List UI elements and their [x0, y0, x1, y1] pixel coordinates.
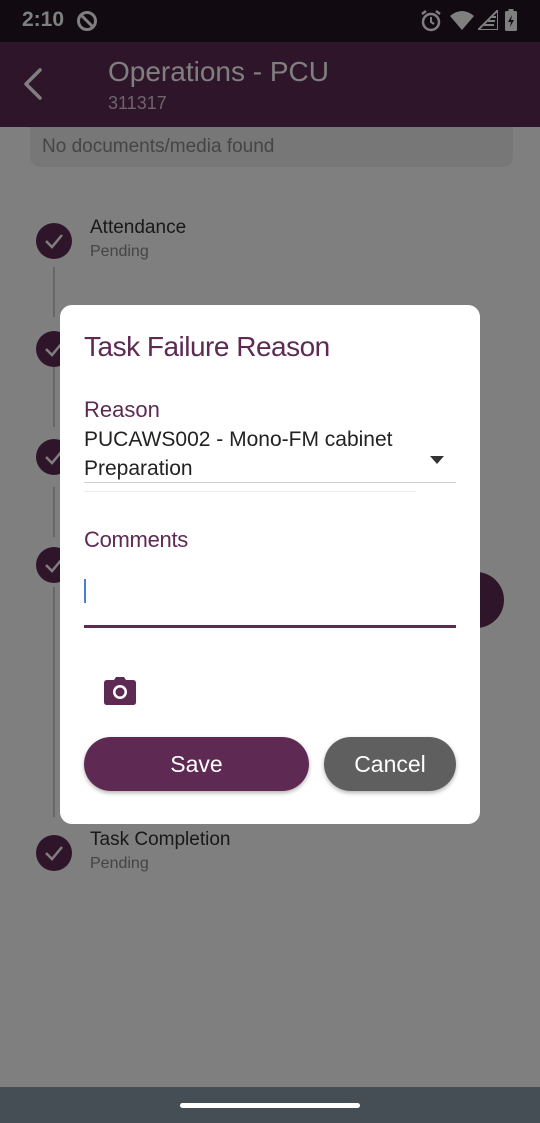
reason-underline: [84, 482, 456, 483]
comments-input[interactable]: [84, 571, 456, 628]
comments-label: Comments: [84, 527, 188, 552]
save-button[interactable]: Save: [84, 737, 309, 791]
reason-value[interactable]: PUCAWS002 - Mono-FM cabinet Preparation: [84, 425, 414, 483]
home-gesture-handle[interactable]: [180, 1103, 360, 1108]
reason-label: Reason: [84, 397, 160, 422]
divider: [84, 491, 416, 492]
dialog-title: Task Failure Reason: [84, 331, 330, 362]
cancel-button[interactable]: Cancel: [324, 737, 456, 791]
task-failure-dialog: Task Failure Reason Reason PUCAWS002 - M…: [60, 305, 480, 824]
text-cursor: [84, 579, 86, 603]
dropdown-arrow-icon[interactable]: [430, 456, 444, 464]
system-nav-bar: [0, 1087, 540, 1123]
camera-icon[interactable]: [104, 677, 136, 705]
